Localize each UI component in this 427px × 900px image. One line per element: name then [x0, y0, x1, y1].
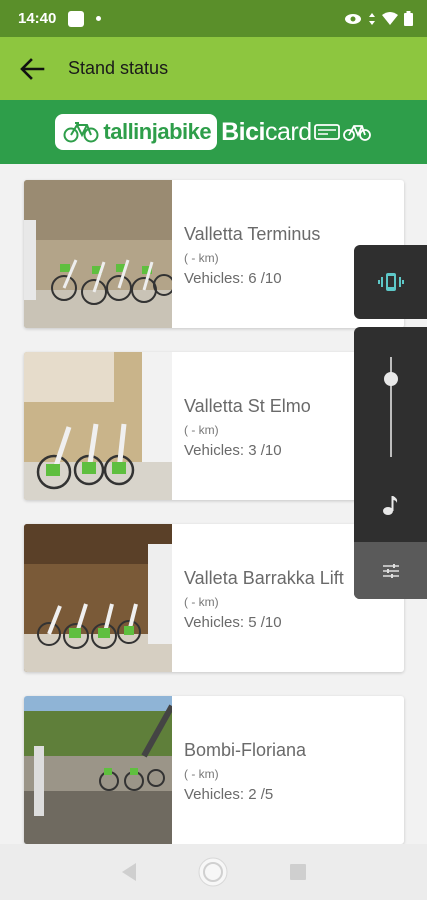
stand-distance: ( - km) — [184, 423, 219, 437]
stand-vehicles: Vehicles: 6 /10 — [184, 270, 282, 287]
stand-card-valletta-st-elmo[interactable]: Valletta St Elmo ( - km) Vehicles: 3 /10 — [24, 352, 404, 500]
page-title: Stand status — [68, 58, 169, 78]
data-arrows-icon — [369, 12, 375, 25]
tallinjabike-logo: tallinjabike — [55, 114, 218, 150]
volume-panel — [354, 327, 427, 599]
stand-card-valleta-barrakka-lift[interactable]: Valleta Barrakka Lift ( - km) Vehicles: … — [24, 524, 404, 672]
bicicard-logo-card: card — [264, 117, 312, 146]
stand-distance: ( - km) — [184, 595, 219, 609]
back-button[interactable] — [0, 37, 64, 100]
bicycle-small-icon — [342, 125, 371, 141]
app-bar: Stand status — [0, 37, 427, 100]
notification-icon — [68, 10, 85, 27]
volume-settings-button[interactable] — [354, 542, 427, 599]
stand-photo — [24, 696, 172, 844]
stand-info: Valleta Barrakka Lift ( - km) Vehicles: … — [172, 524, 344, 672]
bicycle-icon — [63, 122, 99, 143]
vibrate-icon — [377, 273, 404, 291]
nav-home-icon[interactable] — [197, 856, 229, 888]
stand-name: Bombi-Floriana — [184, 740, 307, 760]
stand-vehicles: Vehicles: 2 /5 — [184, 786, 274, 803]
notification-dot-icon — [96, 16, 102, 21]
music-note-icon — [383, 496, 398, 515]
eye-icon — [345, 13, 361, 24]
card-icon — [313, 124, 340, 140]
stand-distance: ( - km) — [184, 767, 219, 781]
stand-name: Valletta Terminus — [184, 224, 321, 244]
stand-card-bombi-floriana[interactable]: Bombi-Floriana ( - km) Vehicles: 2 /5 — [24, 696, 404, 844]
wifi-icon — [382, 11, 398, 25]
stand-distance: ( - km) — [184, 251, 219, 265]
logo-text: tallinjabike — [103, 119, 212, 144]
nav-back-icon[interactable] — [120, 862, 138, 882]
stand-info: Valletta St Elmo ( - km) Vehicles: 3 /10 — [172, 352, 311, 500]
status-time: 14:40 — [18, 10, 57, 27]
stand-photo — [24, 524, 172, 672]
system-nav-bar — [0, 844, 427, 900]
stand-photo — [24, 180, 172, 328]
status-bar: 14:40 — [0, 0, 427, 37]
nav-recents-icon[interactable] — [289, 863, 307, 881]
ringer-mode-button[interactable] — [354, 245, 427, 319]
bicicard-logo-bici: Bici — [221, 117, 265, 146]
battery-icon — [404, 11, 413, 26]
stand-name: Valletta St Elmo — [184, 396, 311, 416]
back-arrow-icon — [20, 57, 45, 80]
stand-vehicles: Vehicles: 5 /10 — [184, 614, 282, 631]
stand-photo — [24, 352, 172, 500]
stand-name: Valleta Barrakka Lift — [184, 568, 344, 588]
equalizer-settings-icon — [382, 563, 399, 578]
stand-info: Valletta Terminus ( - km) Vehicles: 6 /1… — [172, 180, 320, 328]
stand-vehicles: Vehicles: 3 /10 — [184, 442, 282, 459]
stand-info: Bombi-Floriana ( - km) Vehicles: 2 /5 — [172, 696, 306, 844]
stand-list: Valletta Terminus ( - km) Vehicles: 6 /1… — [24, 180, 404, 868]
stand-card-valletta-terminus[interactable]: Valletta Terminus ( - km) Vehicles: 6 /1… — [24, 180, 404, 328]
brand-banner: tallinjabike Bici card — [0, 100, 427, 164]
volume-slider-knob[interactable] — [384, 372, 398, 386]
